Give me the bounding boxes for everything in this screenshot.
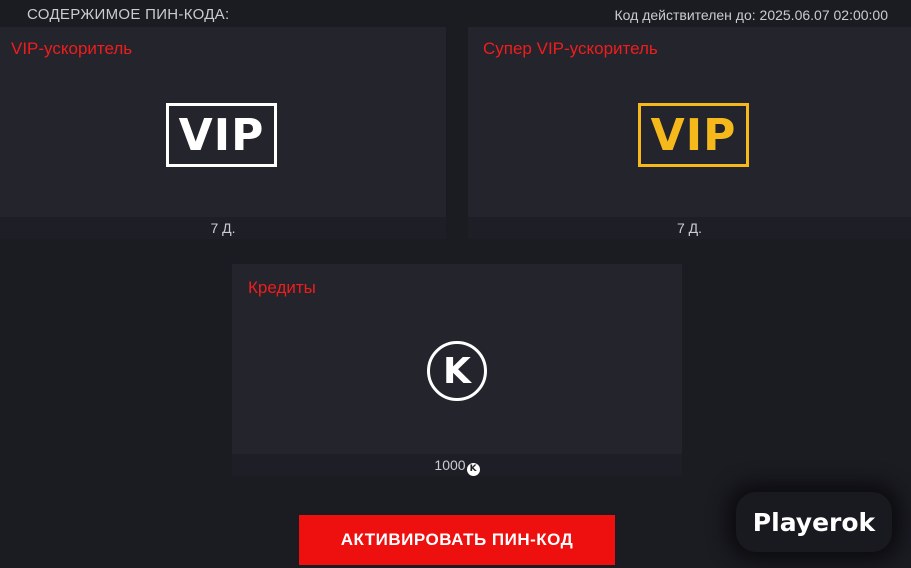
super-vip-icon: VIP bbox=[638, 103, 749, 167]
page-title: СОДЕРЖИМОЕ ПИН-КОДА: bbox=[27, 6, 230, 23]
credits-amount: 1000 K bbox=[232, 454, 682, 476]
credits-card: Кредиты K bbox=[232, 264, 682, 454]
vip-badge-text: VIP bbox=[650, 109, 737, 161]
playerok-watermark: Playerok bbox=[736, 492, 892, 552]
vip-booster-card: VIP-ускоритель VIP bbox=[0, 27, 446, 217]
duration-label: 7 Д. bbox=[676, 220, 703, 236]
expiry-text: Код действителен до: 2025.06.07 02:00:00 bbox=[614, 7, 888, 23]
duration-label: 7 Д. bbox=[210, 220, 236, 236]
vip-booster-duration: 7 Д. bbox=[0, 217, 446, 239]
credits-icon: K bbox=[427, 341, 487, 401]
amount-label: 1000 bbox=[434, 457, 466, 473]
credits-small-icon: K bbox=[466, 463, 480, 476]
card-title: VIP-ускоритель bbox=[11, 39, 133, 58]
vip-icon: VIP bbox=[166, 103, 277, 167]
super-vip-booster-card: Супер VIP-ускоритель VIP bbox=[468, 27, 911, 217]
card-title: Кредиты bbox=[248, 278, 316, 297]
card-title: Супер VIP-ускоритель bbox=[483, 39, 658, 58]
activate-pin-button[interactable]: АКТИВИРОВАТЬ ПИН-КОД bbox=[299, 515, 615, 565]
credits-badge-text: K bbox=[443, 350, 471, 392]
super-vip-booster-duration: 7 Д. bbox=[468, 217, 911, 239]
vip-badge-text: VIP bbox=[178, 109, 265, 161]
